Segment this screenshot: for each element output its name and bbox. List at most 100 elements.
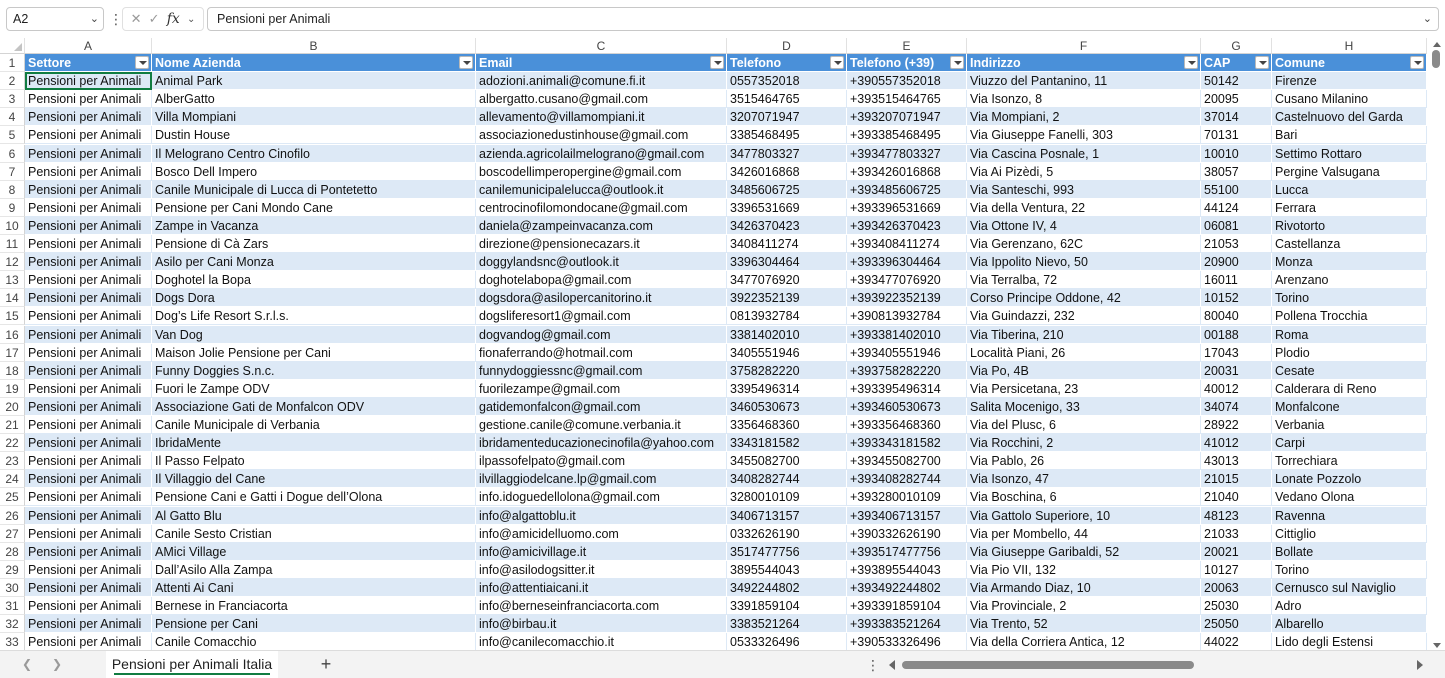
- row-number[interactable]: 11: [0, 235, 25, 254]
- row-number[interactable]: 25: [0, 488, 25, 507]
- table-cell[interactable]: 55100: [1201, 180, 1272, 199]
- table-cell[interactable]: Roma: [1272, 325, 1427, 344]
- table-cell[interactable]: dogsdora@asilopercanitorino.it: [476, 289, 727, 308]
- table-cell[interactable]: Carpi: [1272, 434, 1427, 453]
- table-cell[interactable]: 3391859104: [727, 597, 847, 616]
- table-cell[interactable]: +393408411274: [847, 235, 967, 254]
- table-cell[interactable]: Pensioni per Animali: [25, 271, 152, 290]
- table-cell[interactable]: Pollena Trocchia: [1272, 307, 1427, 326]
- fx-icon[interactable]: fx: [167, 11, 180, 27]
- table-cell[interactable]: 3517477756: [727, 542, 847, 561]
- row-number[interactable]: 33: [0, 633, 25, 650]
- x-icon[interactable]: ✕: [131, 11, 142, 27]
- table-cell[interactable]: info.idoguedellolona@gmail.com: [476, 488, 727, 507]
- table-cell[interactable]: 44022: [1201, 633, 1272, 650]
- table-cell[interactable]: Maison Jolie Pensione per Cani: [152, 343, 476, 362]
- table-cell[interactable]: Pensioni per Animali: [25, 235, 152, 254]
- row-number[interactable]: 14: [0, 289, 25, 308]
- row-number[interactable]: 17: [0, 343, 25, 362]
- table-cell[interactable]: 20095: [1201, 90, 1272, 109]
- table-cell[interactable]: 25030: [1201, 597, 1272, 616]
- table-cell[interactable]: Firenze: [1272, 72, 1427, 91]
- table-cell[interactable]: Pensioni per Animali: [25, 578, 152, 597]
- row-number[interactable]: 9: [0, 198, 25, 217]
- table-cell[interactable]: Pergine Valsugana: [1272, 162, 1427, 181]
- expand-formula-icon[interactable]: ⌄: [1423, 8, 1432, 30]
- table-cell[interactable]: 3460530673: [727, 397, 847, 416]
- table-cell[interactable]: 3385468495: [727, 126, 847, 145]
- table-cell[interactable]: Via Boschina, 6: [967, 488, 1201, 507]
- table-cell[interactable]: Salita Mocenigo, 33: [967, 397, 1201, 416]
- table-cell[interactable]: 3408411274: [727, 235, 847, 254]
- name-box[interactable]: A2 ⌄: [6, 7, 104, 31]
- table-cell[interactable]: 25050: [1201, 615, 1272, 634]
- table-cell[interactable]: Via Santeschi, 993: [967, 180, 1201, 199]
- table-cell[interactable]: boscodellimperopergine@gmail.com: [476, 162, 727, 181]
- table-cell[interactable]: +393396531669: [847, 198, 967, 217]
- table-cell[interactable]: +393280010109: [847, 488, 967, 507]
- row-number[interactable]: 12: [0, 253, 25, 272]
- table-cell[interactable]: +390533326496: [847, 633, 967, 650]
- table-cell[interactable]: Torino: [1272, 289, 1427, 308]
- table-cell[interactable]: Albarello: [1272, 615, 1427, 634]
- table-cell[interactable]: Via Ippolito Nievo, 50: [967, 253, 1201, 272]
- table-cell[interactable]: Rivotorto: [1272, 216, 1427, 235]
- table-cell[interactable]: Monfalcone: [1272, 397, 1427, 416]
- header-cell[interactable]: Indirizzo: [967, 54, 1201, 73]
- table-cell[interactable]: 3455082700: [727, 452, 847, 471]
- table-cell[interactable]: info@amicidelluomo.com: [476, 524, 727, 543]
- table-cell[interactable]: +393207071947: [847, 108, 967, 127]
- table-cell[interactable]: Pensioni per Animali: [25, 216, 152, 235]
- row-number[interactable]: 19: [0, 379, 25, 398]
- table-cell[interactable]: +393383521264: [847, 615, 967, 634]
- row-number[interactable]: 18: [0, 361, 25, 380]
- table-cell[interactable]: Bosco Dell Impero: [152, 162, 476, 181]
- table-cell[interactable]: dogvandog@gmail.com: [476, 325, 727, 344]
- table-cell[interactable]: Via Tiberina, 210: [967, 325, 1201, 344]
- table-cell[interactable]: 50142: [1201, 72, 1272, 91]
- table-cell[interactable]: 3396304464: [727, 253, 847, 272]
- table-cell[interactable]: 20031: [1201, 361, 1272, 380]
- row-number[interactable]: 30: [0, 578, 25, 597]
- table-cell[interactable]: 3406713157: [727, 506, 847, 525]
- table-cell[interactable]: Bollate: [1272, 542, 1427, 561]
- header-cell[interactable]: Email: [476, 54, 727, 73]
- row-number[interactable]: 15: [0, 307, 25, 326]
- table-cell[interactable]: +393426370423: [847, 216, 967, 235]
- table-cell[interactable]: 43013: [1201, 452, 1272, 471]
- table-cell[interactable]: Pensione per Cani: [152, 615, 476, 634]
- table-cell[interactable]: Canile Municipale di Lucca di Pontetetto: [152, 180, 476, 199]
- sheet-tab-active[interactable]: Pensioni per Animali Italia: [106, 651, 278, 678]
- table-cell[interactable]: Pensioni per Animali: [25, 615, 152, 634]
- table-cell[interactable]: +393485606725: [847, 180, 967, 199]
- table-cell[interactable]: +393515464765: [847, 90, 967, 109]
- header-cell[interactable]: Telefono (+39): [847, 54, 967, 73]
- table-cell[interactable]: direzione@pensionecazars.it: [476, 235, 727, 254]
- table-cell[interactable]: allevamento@villamompiani.it: [476, 108, 727, 127]
- table-cell[interactable]: AlberGatto: [152, 90, 476, 109]
- table-cell[interactable]: Funny Doggies S.n.c.: [152, 361, 476, 380]
- table-cell[interactable]: 0332626190: [727, 524, 847, 543]
- table-cell[interactable]: Cusano Milanino: [1272, 90, 1427, 109]
- table-cell[interactable]: 21053: [1201, 235, 1272, 254]
- table-cell[interactable]: IbridaMente: [152, 434, 476, 453]
- table-cell[interactable]: 3492244802: [727, 578, 847, 597]
- filter-dropdown-icon[interactable]: [1410, 56, 1424, 69]
- table-cell[interactable]: Asilo per Cani Monza: [152, 253, 476, 272]
- table-cell[interactable]: info@birbau.it: [476, 615, 727, 634]
- table-cell[interactable]: Zampe in Vacanza: [152, 216, 476, 235]
- column-header-d[interactable]: D: [727, 38, 847, 54]
- table-cell[interactable]: 10127: [1201, 560, 1272, 579]
- table-cell[interactable]: Lucca: [1272, 180, 1427, 199]
- check-icon[interactable]: ✓: [149, 11, 160, 27]
- table-cell[interactable]: Pensioni per Animali: [25, 198, 152, 217]
- table-cell[interactable]: Pensioni per Animali: [25, 90, 152, 109]
- table-cell[interactable]: 3515464765: [727, 90, 847, 109]
- table-cell[interactable]: 3477076920: [727, 271, 847, 290]
- table-cell[interactable]: Via Gerenzano, 62C: [967, 235, 1201, 254]
- table-cell[interactable]: doghotelabopa@gmail.com: [476, 271, 727, 290]
- filter-dropdown-icon[interactable]: [459, 56, 473, 69]
- row-number[interactable]: 10: [0, 216, 25, 235]
- table-cell[interactable]: Al Gatto Blu: [152, 506, 476, 525]
- table-cell[interactable]: 0533326496: [727, 633, 847, 650]
